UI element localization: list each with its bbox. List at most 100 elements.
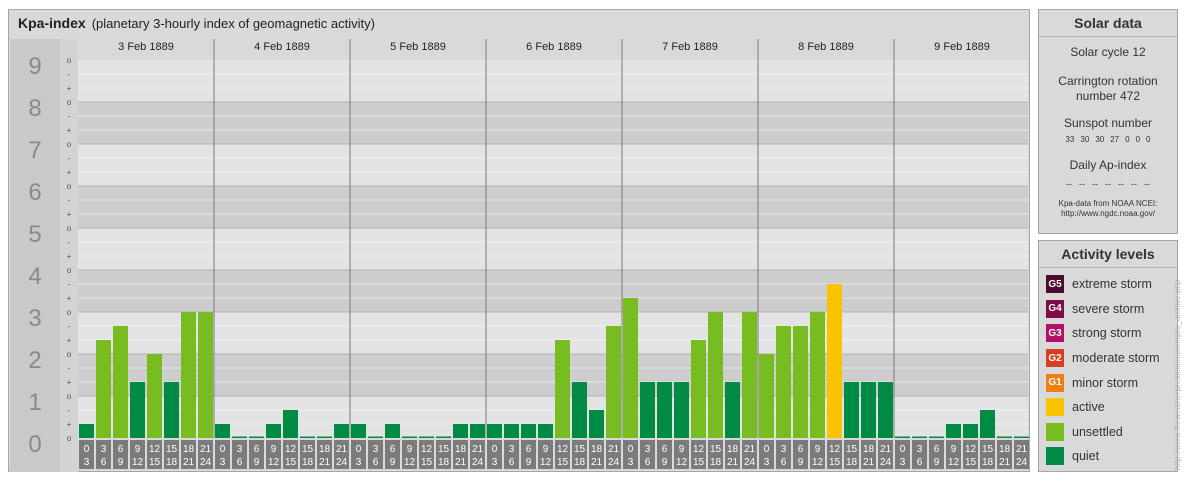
interval-end-label: 24 [608,457,620,468]
interval-end-label: 18 [710,457,722,468]
source-link[interactable]: http://www.ngdc.noaa.gov/ [1039,209,1177,219]
kp-bar [317,436,332,438]
ap-value: -- [1092,179,1098,189]
interval-end-label: 9 [662,457,668,468]
interval-start-label: 3 [781,444,787,455]
source-line-1: Kpa-data from NOAA NCEI: [1058,199,1158,208]
interval-end-label: 12 [268,457,280,468]
interval-end-label: 18 [574,457,586,468]
kp-bar [538,424,553,438]
y-minor-tick: o [67,350,72,359]
y-tick-label: 5 [28,221,41,248]
interval-start-label: 6 [934,444,940,455]
interval-end-label: 24 [880,457,892,468]
interval-end-label: 3 [220,457,226,468]
interval-start-label: 0 [764,444,770,455]
interval-end-label: 12 [812,457,824,468]
legend-swatch [1046,447,1064,466]
legend-label: active [1072,400,1105,415]
activity-legend: G5 extreme storm G4 severe storm G3 strong st… [1039,272,1177,469]
interval-end-label: 24 [472,457,484,468]
sunspot-title: Sunspot number [1063,116,1153,130]
y-minor-tick: o [67,308,72,317]
interval-start-label: 9 [679,444,685,455]
y-minor-tick: o [67,140,72,149]
sunspot-value: 27 [1110,135,1120,144]
interval-end-label: 15 [965,457,977,468]
kp-bar [164,382,179,438]
interval-start-label: 6 [390,444,396,455]
legend-item: quiet [1046,444,1177,469]
legend-item: unsettled [1046,420,1177,445]
y-minor-tick: - [68,112,71,121]
interval-start-label: 9 [407,444,413,455]
day-label: 4 Feb 1889 [254,41,310,53]
kp-bar [742,312,757,438]
interval-end-label: 15 [557,457,569,468]
interval-start-label: 3 [645,444,651,455]
interval-end-label: 6 [237,457,243,468]
interval-start-label: 3 [101,444,107,455]
y-minor-tick: - [68,70,71,79]
y-tick-label: 6 [28,179,41,206]
interval-end-label: 12 [132,457,144,468]
kp-bar [96,340,111,438]
y-minor-tick: - [68,322,71,331]
legend-swatch: G4 [1046,299,1064,318]
y-minor-tick: + [67,378,72,387]
kp-bar [300,436,315,438]
data-source: Kpa-data from NOAA NCEI: http://www.ngdc… [1039,199,1177,219]
interval-end-label: 15 [421,457,433,468]
plot-band [78,144,1028,186]
sunspot-value: 0 [1125,135,1130,144]
interval-end-label: 6 [781,457,787,468]
sunspot-value: 30 [1095,135,1105,144]
legend-swatch: G3 [1046,324,1064,343]
interval-start-label: 15 [166,444,178,455]
kp-bar [827,283,842,438]
interval-start-label: 12 [285,444,297,455]
kp-bar [674,382,689,438]
kp-bar [521,424,536,438]
y-tick-label: 7 [28,137,41,164]
interval-end-label: 12 [948,457,960,468]
legend-item: G3 strong storm [1046,321,1177,346]
legend-item: active [1046,395,1177,420]
carrington-rotation: Carrington rotation number 472 [1039,74,1177,104]
y-minor-tick: - [68,364,71,373]
interval-end-label: 9 [118,457,124,468]
interval-end-label: 9 [254,457,260,468]
kp-bar [215,424,230,438]
y-tick-label: 2 [28,347,41,374]
interval-start-label: 12 [965,444,977,455]
interval-end-label: 21 [591,457,603,468]
sunspot-value: 33 [1065,135,1075,144]
ap-value: -- [1118,179,1124,189]
legend-label: moderate storm [1072,351,1160,366]
kp-bar [368,436,383,438]
y-minor-tick: + [67,126,72,135]
interval-end-label: 6 [917,457,923,468]
carrington-line-1: Carrington rotation [1058,74,1158,88]
y-minor-tick: o [67,56,72,65]
kp-bar [572,382,587,438]
interval-start-label: 15 [438,444,450,455]
interval-start-label: 18 [319,444,331,455]
kp-bar [606,325,621,438]
legend-item: G4 severe storm [1046,297,1177,322]
y-minor-tick: + [67,252,72,261]
interval-start-label: 21 [1016,444,1028,455]
interval-start-label: 18 [455,444,467,455]
kp-bar [946,424,961,438]
ap-value: -- [1066,179,1072,189]
sunspot-values: 33 30 30 27 0 0 0 [1039,135,1177,144]
interval-end-label: 21 [727,457,739,468]
interval-start-label: 3 [509,444,515,455]
interval-start-label: 15 [982,444,994,455]
interval-end-label: 12 [404,457,416,468]
interval-end-label: 3 [492,457,498,468]
y-minor-tick: + [67,336,72,345]
day-label: 3 Feb 1889 [118,41,174,53]
sunspot-value: 30 [1080,135,1090,144]
legend-item: G1 minor storm [1046,370,1177,395]
